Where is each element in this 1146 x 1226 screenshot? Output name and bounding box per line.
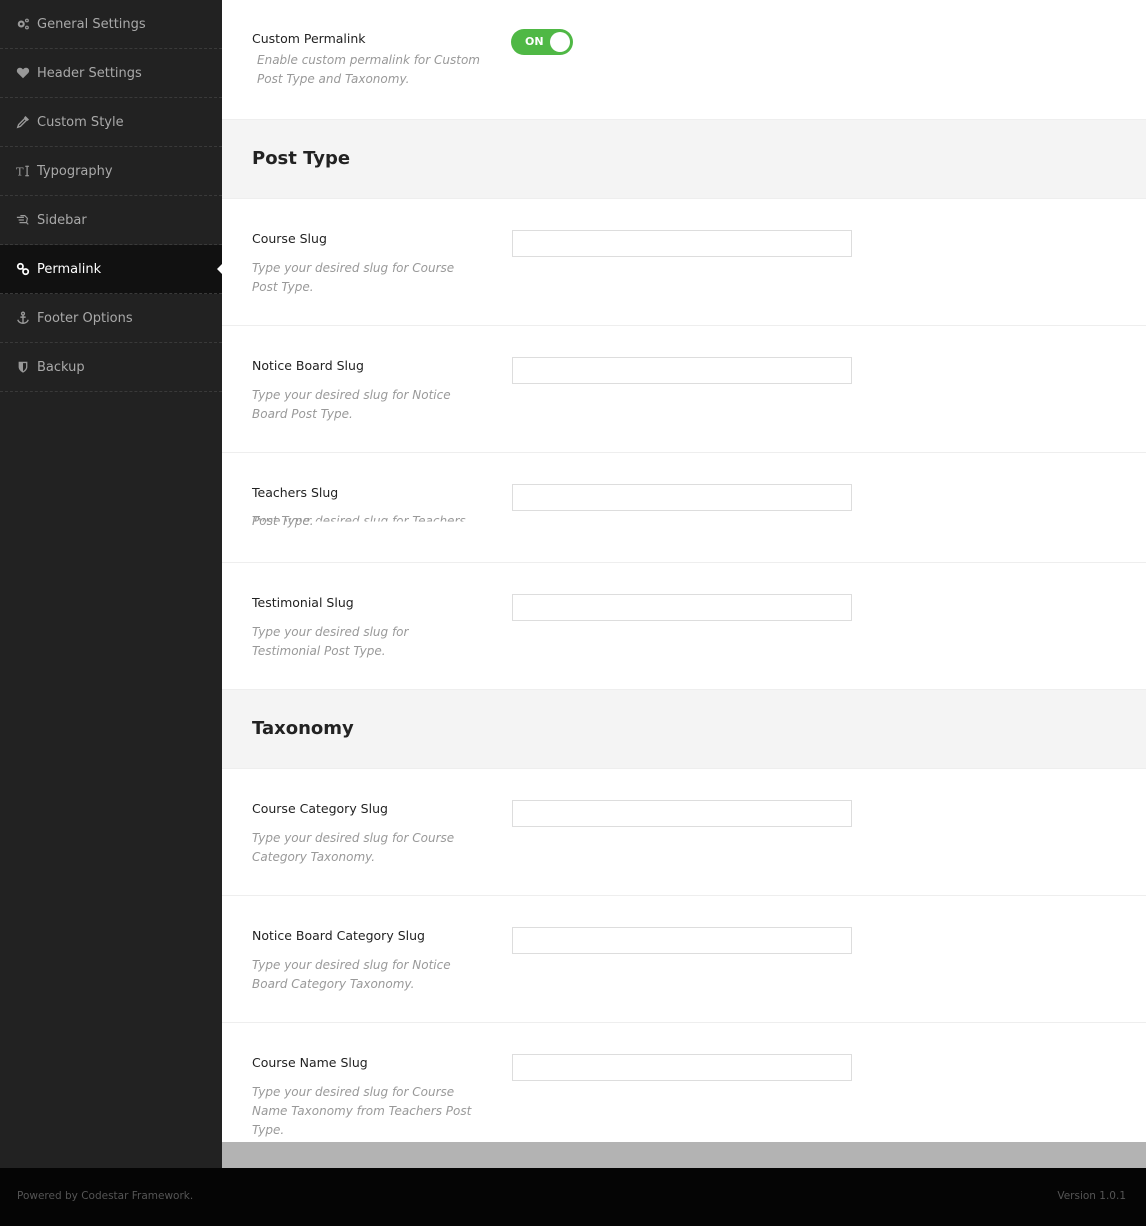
panel-bottom-bar [222, 1142, 1146, 1168]
shield-icon [15, 359, 31, 375]
course-category-slug-row: Course Category Slug Type your desired s… [222, 769, 1146, 896]
sidebar-item-general-settings[interactable]: General Settings [0, 0, 222, 49]
section-title: Post Type [252, 148, 350, 169]
sidebar-item-typography[interactable]: T Typography [0, 147, 222, 196]
sidebar-item-label: Typography [37, 164, 113, 179]
gears-icon [15, 16, 31, 32]
course-slug-input[interactable] [512, 230, 852, 257]
section-title: Taxonomy [252, 718, 354, 739]
text-height-icon: T [15, 163, 31, 179]
field-description: Type your desired slug for Notice Board … [252, 386, 477, 424]
sidebar-item-label: Header Settings [37, 66, 142, 81]
chain-link-icon [15, 261, 31, 277]
sidebar-item-permalink[interactable]: Permalink [0, 245, 222, 294]
notice-board-slug-input[interactable] [512, 357, 852, 384]
teachers-slug-input[interactable] [512, 484, 852, 511]
anchor-icon [15, 310, 31, 326]
eyedropper-icon [15, 114, 31, 130]
version-text: Version 1.0.1 [1057, 1190, 1126, 1202]
sidebar: General Settings Header Settings Custom … [0, 0, 222, 1168]
sidebar-item-label: General Settings [37, 17, 146, 32]
field-label: Course Slug [252, 231, 327, 246]
sidebar-item-header-settings[interactable]: Header Settings [0, 49, 222, 98]
sidebar-item-label: Footer Options [37, 311, 133, 326]
heart-icon [15, 65, 31, 81]
sidebar-item-sidebar[interactable]: Sidebar [0, 196, 222, 245]
field-description: Type your desired slug for Testimonial P… [252, 623, 477, 661]
teachers-slug-row: Teachers Slug Type your desired slug for… [222, 453, 1146, 563]
footer: Powered by Codestar Framework. Version 1… [0, 1168, 1146, 1226]
course-name-slug-row: Course Name Slug Type your desired slug … [222, 1023, 1146, 1142]
sidebar-item-custom-style[interactable]: Custom Style [0, 98, 222, 147]
sidebar-item-label: Sidebar [37, 213, 87, 228]
field-label: Course Category Slug [252, 801, 388, 816]
field-label: Testimonial Slug [252, 595, 354, 610]
field-label: Custom Permalink [252, 31, 366, 46]
notice-board-slug-row: Notice Board Slug Type your desired slug… [222, 326, 1146, 453]
sidebar-item-label: Custom Style [37, 115, 124, 130]
hand-pointer-icon [15, 212, 31, 228]
field-description: Type your desired slug for Course Name T… [252, 1083, 477, 1140]
sidebar-item-footer-options[interactable]: Footer Options [0, 294, 222, 343]
sidebar-item-backup[interactable]: Backup [0, 343, 222, 392]
field-description: Type your desired slug for Course Post T… [252, 259, 477, 297]
svg-text:T: T [16, 164, 24, 178]
toggle-label: ON [525, 35, 544, 48]
testimonial-slug-input[interactable] [512, 594, 852, 621]
app-container: General Settings Header Settings Custom … [0, 0, 1146, 1168]
field-label: Notice Board Category Slug [252, 928, 425, 943]
field-label: Course Name Slug [252, 1055, 368, 1070]
section-heading-taxonomy: Taxonomy [222, 690, 1146, 769]
course-slug-row: Course Slug Type your desired slug for C… [222, 199, 1146, 326]
course-name-slug-input[interactable] [512, 1054, 852, 1081]
testimonial-slug-row: Testimonial Slug Type your desired slug … [222, 563, 1146, 690]
field-description-line: Post Type. [252, 512, 314, 531]
course-category-slug-input[interactable] [512, 800, 852, 827]
custom-permalink-toggle[interactable]: ON [511, 29, 573, 55]
field-description: Type your desired slug for Teachers Post… [252, 512, 477, 531]
field-label: Notice Board Slug [252, 358, 364, 373]
sidebar-item-label: Backup [37, 360, 85, 375]
field-description: Type your desired slug for Notice Board … [252, 956, 477, 994]
field-label: Teachers Slug [252, 485, 338, 500]
settings-panel: Custom Permalink Enable custom permalink… [222, 0, 1146, 1142]
field-description: Enable custom permalink for Custom Post … [257, 51, 482, 89]
field-description: Type your desired slug for Course Catego… [252, 829, 477, 867]
notice-board-category-slug-row: Notice Board Category Slug Type your des… [222, 896, 1146, 1023]
toggle-knob [550, 32, 570, 52]
sidebar-item-label: Permalink [37, 262, 101, 277]
section-heading-post-type: Post Type [222, 120, 1146, 199]
notice-board-category-slug-input[interactable] [512, 927, 852, 954]
powered-by-text: Powered by Codestar Framework. [17, 1190, 193, 1202]
custom-permalink-row: Custom Permalink Enable custom permalink… [222, 0, 1146, 120]
